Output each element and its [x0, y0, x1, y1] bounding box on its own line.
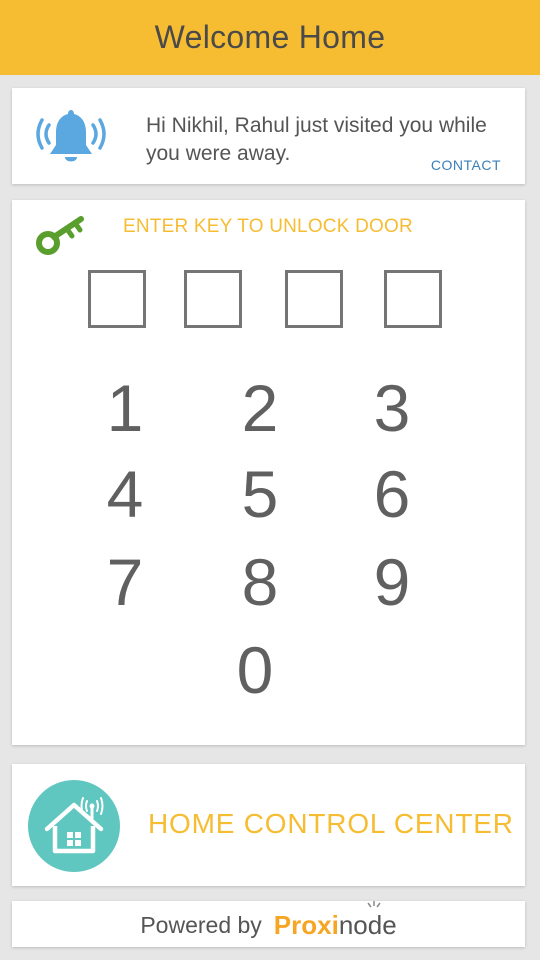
- keypad-key-8[interactable]: 8: [220, 542, 300, 622]
- brand-name-part2: node: [338, 909, 397, 940]
- keypad-key-0[interactable]: 0: [215, 630, 295, 710]
- home-control-center-label: HOME CONTROL CENTER: [148, 808, 514, 839]
- footer: Powered by Proxinode: [12, 900, 525, 947]
- notification-card: Hi Nikhil, Rahul just visited you while …: [12, 88, 525, 184]
- brand-logo: Proxinode: [273, 900, 397, 941]
- page-title: Welcome Home: [154, 19, 386, 55]
- bell-icon: [36, 110, 106, 162]
- pin-digit-4[interactable]: [384, 270, 442, 328]
- home-control-center-button[interactable]: HOME CONTROL CENTER: [12, 764, 525, 886]
- keypad-key-4[interactable]: 4: [85, 454, 165, 534]
- house-icon: [28, 780, 120, 872]
- unlock-card: ENTER KEY TO UNLOCK DOOR 1 2 3 4 5 6 7 8…: [12, 200, 525, 745]
- keypad-key-5[interactable]: 5: [220, 454, 300, 534]
- keypad-key-3[interactable]: 3: [352, 368, 432, 448]
- keypad-key-1[interactable]: 1: [85, 368, 165, 448]
- contact-button[interactable]: CONTACT: [431, 157, 501, 173]
- key-icon: [36, 216, 84, 255]
- app-header: Welcome Home: [0, 0, 540, 75]
- spark-icon: [367, 900, 381, 907]
- pin-digit-3[interactable]: [285, 270, 343, 328]
- pin-digit-1[interactable]: [88, 270, 146, 328]
- keypad-key-9[interactable]: 9: [352, 542, 432, 622]
- powered-by-text: Powered by: [140, 911, 262, 938]
- keypad-key-2[interactable]: 2: [220, 368, 300, 448]
- keypad-key-6[interactable]: 6: [352, 454, 432, 534]
- pin-digit-2[interactable]: [184, 270, 242, 328]
- keypad-key-7[interactable]: 7: [85, 542, 165, 622]
- brand-name-part1: Proxi: [273, 909, 339, 940]
- unlock-prompt: ENTER KEY TO UNLOCK DOOR: [123, 216, 413, 237]
